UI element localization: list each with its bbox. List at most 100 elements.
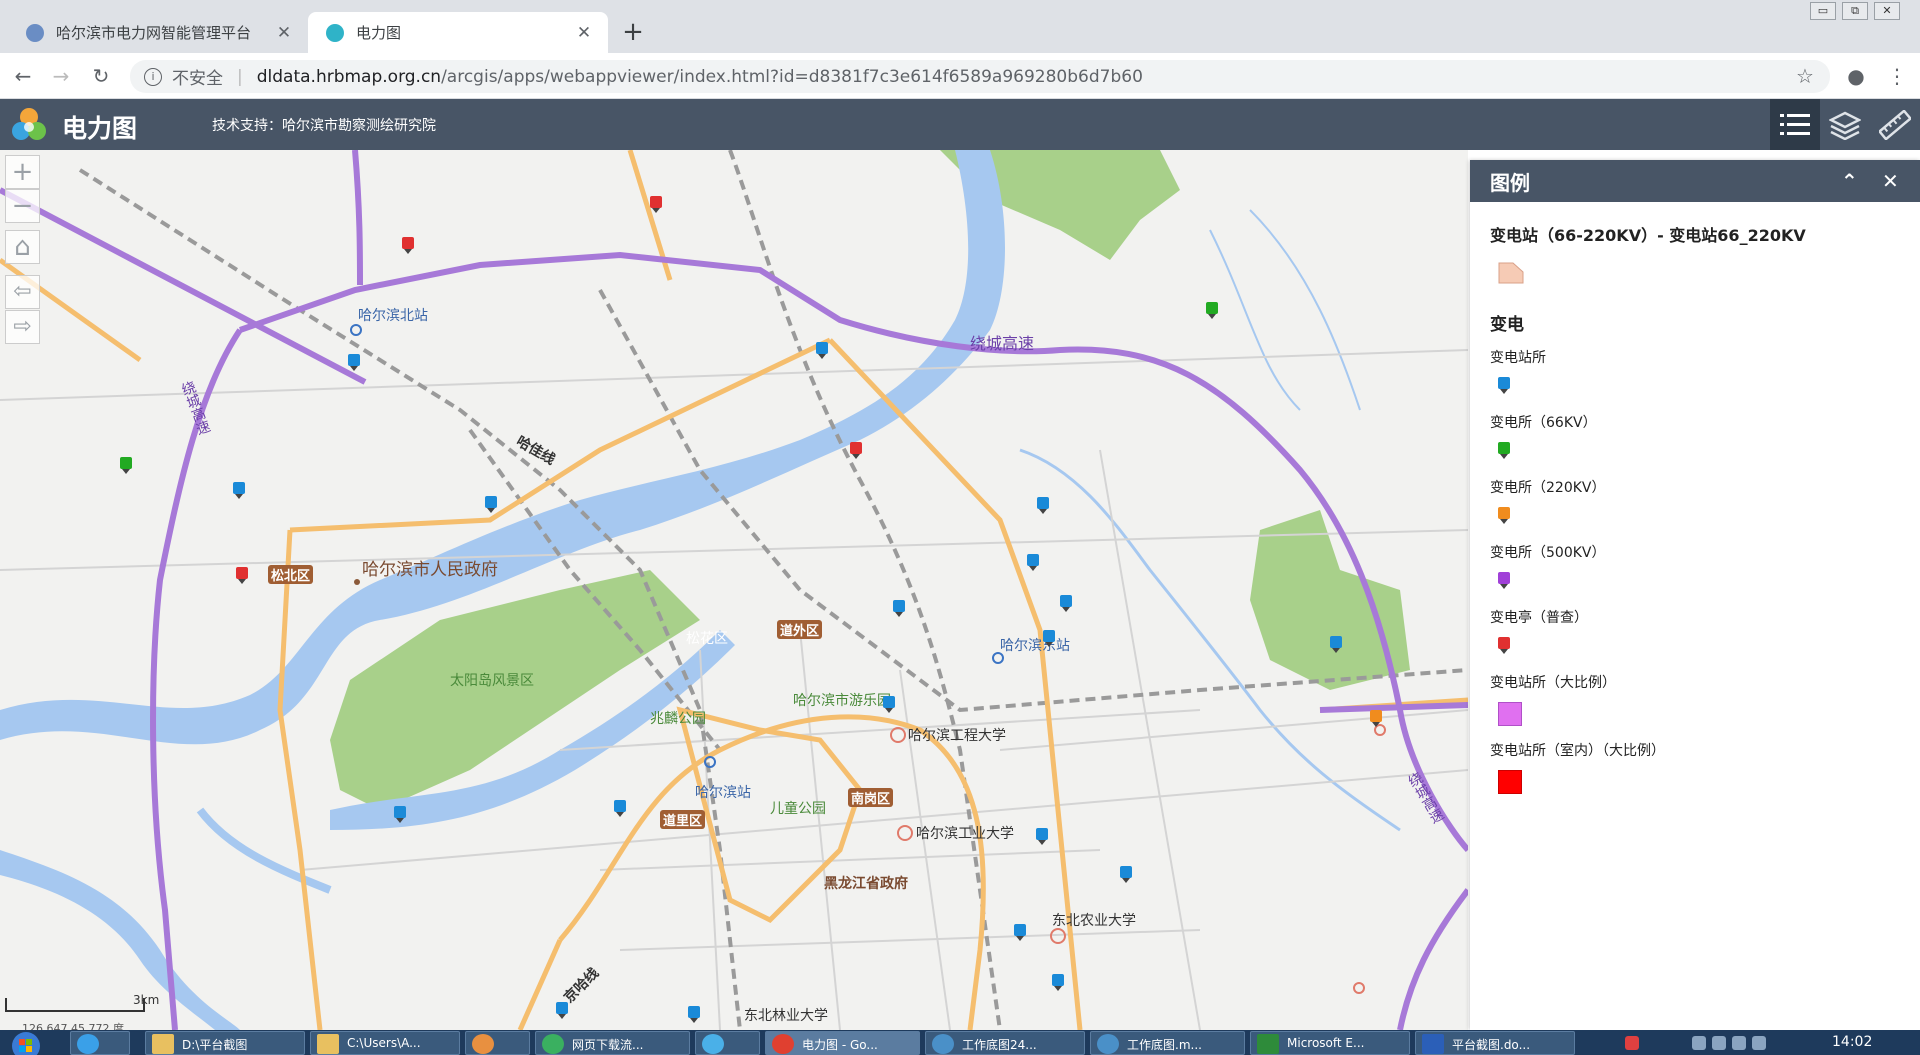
label-nefu: 东北林业大学 [744,1008,828,1024]
layers-icon[interactable] [1820,99,1870,150]
substation-marker[interactable] [485,496,497,513]
substation-marker-66kv[interactable] [120,457,132,474]
pin-symbol-icon [1498,442,1900,459]
zoom-in-button[interactable]: + [5,155,40,189]
measure-ruler-icon[interactable] [1870,99,1920,150]
back-arrow-icon[interactable]: ← [8,61,38,91]
polygon-swatch-icon [1498,262,1524,284]
taskbar-item[interactable]: 工作底图.m... [1090,1031,1245,1055]
substation-marker[interactable] [556,1002,568,1019]
tray-icon[interactable] [1692,1036,1706,1050]
stream [1209,229,1301,411]
substation-marker-pavilion[interactable] [850,442,862,459]
substation-marker[interactable] [1036,828,1048,845]
star-icon[interactable]: ☆ [1792,63,1818,89]
substation-marker[interactable] [1060,595,1072,612]
substation-marker[interactable] [1014,924,1026,941]
substation-marker[interactable] [1120,866,1132,883]
substation-marker[interactable] [233,482,245,499]
label-amusement-park: 哈尔滨市游乐园 [793,693,891,709]
url-input[interactable]: i 不安全 | dldata.hrbmap.org.cn /arcgis/app… [130,60,1830,93]
substation-marker[interactable] [1330,636,1342,653]
river-branch [196,807,332,894]
close-tab-icon[interactable]: ✕ [574,23,594,43]
substation-marker[interactable] [688,1006,700,1023]
minimize-button[interactable]: ▭ [1810,2,1836,20]
close-icon[interactable]: ✕ [1882,169,1899,193]
substation-marker[interactable] [816,342,828,359]
new-tab-button[interactable]: + [618,17,648,47]
map-canvas[interactable]: 哈尔滨北站 绕城高速 绕城高速 绕城高速 哈佳线 哈尔滨市人民政府 松北区 太阳… [0,150,1468,1030]
legend-header: 图例 ⌃ ✕ [1470,160,1920,202]
account-icon[interactable]: ● [1843,63,1869,89]
label-songhua-district: 松花区 [686,631,728,647]
legend-item-label: 变电所（500KV） [1490,545,1606,561]
label-province-government: 黑龙江省政府 [824,876,908,892]
substation-marker-pavilion[interactable] [402,237,414,254]
label-daowai-district: 道外区 [777,620,823,639]
tray-antivirus-icon[interactable] [1625,1036,1639,1050]
globe-favicon-icon [26,23,44,42]
substation-marker[interactable] [394,806,406,823]
substation-marker[interactable] [1037,497,1049,514]
substation-marker-pavilion[interactable] [236,567,248,584]
pin-symbol-icon [1498,507,1900,524]
previous-extent-button[interactable]: ⇦ [5,275,40,309]
windows-taskbar: D:\平台截图 C:\Users\A... 网页下载流... 电力图 - Go.… [0,1030,1920,1055]
taskbar-ie-icon[interactable] [70,1031,130,1055]
home-icon[interactable]: ⌂ [5,230,40,264]
tab-title: 电力图 [356,24,402,42]
tray-icon[interactable] [1712,1036,1726,1050]
forward-arrow-icon[interactable]: → [46,61,76,91]
substation-marker-220kv[interactable] [1370,710,1382,727]
url-separator: | [237,66,243,87]
legend-body: 变电站（66-220KV）- 变电站66_220KV 变电 变电站所 变电所（6… [1470,202,1920,814]
label-hit: 哈尔滨工业大学 [916,826,1014,842]
legend-panel: 图例 ⌃ ✕ 变电站（66-220KV）- 变电站66_220KV 变电 变电站… [1470,160,1920,1030]
url-path: /arcgis/apps/webappviewer/index.html?id=… [441,66,1143,87]
substation-marker-pavilion[interactable] [650,196,662,213]
kebab-menu-icon[interactable]: ⋮ [1884,63,1910,89]
scale-label: 3km [133,993,160,1007]
tech-support-text: 技术支持：哈尔滨市勘察测绘研究院 [212,118,436,134]
tab-platform[interactable]: 哈尔滨市电力网智能管理平台 ✕ [8,12,308,53]
substation-marker[interactable] [614,800,626,817]
substation-marker[interactable] [883,696,895,713]
substation-marker-66kv[interactable] [1206,302,1218,319]
tray-network-icon[interactable] [1732,1036,1746,1050]
security-label: 不安全 [172,69,223,89]
substation-marker[interactable] [893,600,905,617]
taskbar-item[interactable] [695,1031,760,1055]
tab-power-map[interactable]: 电力图 ✕ [308,12,608,53]
square-symbol-icon [1498,770,1522,794]
taskbar-item[interactable]: D:\平台截图 [145,1031,305,1055]
substation-marker[interactable] [1027,554,1039,571]
taskbar-item-active[interactable]: 电力图 - Go... [765,1031,920,1055]
substation-marker[interactable] [1043,630,1055,647]
collapse-up-icon[interactable]: ⌃ [1841,169,1858,193]
taskbar-item[interactable]: 网页下载流... [535,1031,690,1055]
next-extent-button[interactable]: ⇨ [5,310,40,344]
windows-start-icon[interactable] [4,1030,56,1055]
info-icon[interactable]: i [144,67,162,86]
substation-marker[interactable] [1052,974,1064,991]
substation-marker[interactable] [348,354,360,371]
browser-tab-bar: 哈尔滨市电力网智能管理平台 ✕ 电力图 ✕ + ▭ ⧉ ✕ [0,0,1920,53]
coordinate-readout: 126.647 45.772 度 [22,1022,124,1030]
app-header: 电力图 技术支持：哈尔滨市勘察测绘研究院 [0,99,1920,150]
reload-icon[interactable]: ↻ [86,61,116,91]
zoom-out-button[interactable]: − [5,189,40,223]
taskbar-item[interactable]: 工作底图24... [925,1031,1085,1055]
taskbar-item[interactable] [465,1031,530,1055]
taskbar-item[interactable]: C:\Users\A... [310,1031,460,1055]
taskbar-item[interactable]: Microsoft E... [1250,1031,1410,1055]
pin-symbol-icon [1498,637,1900,654]
label-childrens-park: 儿童公园 [770,801,826,817]
tray-volume-icon[interactable] [1752,1036,1766,1050]
legend-list-icon[interactable] [1770,99,1820,150]
taskbar-item[interactable]: 平台截图.do... [1415,1031,1575,1055]
restore-button[interactable]: ⧉ [1842,2,1868,20]
square-symbol-icon [1498,702,1522,726]
close-window-button[interactable]: ✕ [1874,2,1900,20]
close-tab-icon[interactable]: ✕ [274,23,294,43]
